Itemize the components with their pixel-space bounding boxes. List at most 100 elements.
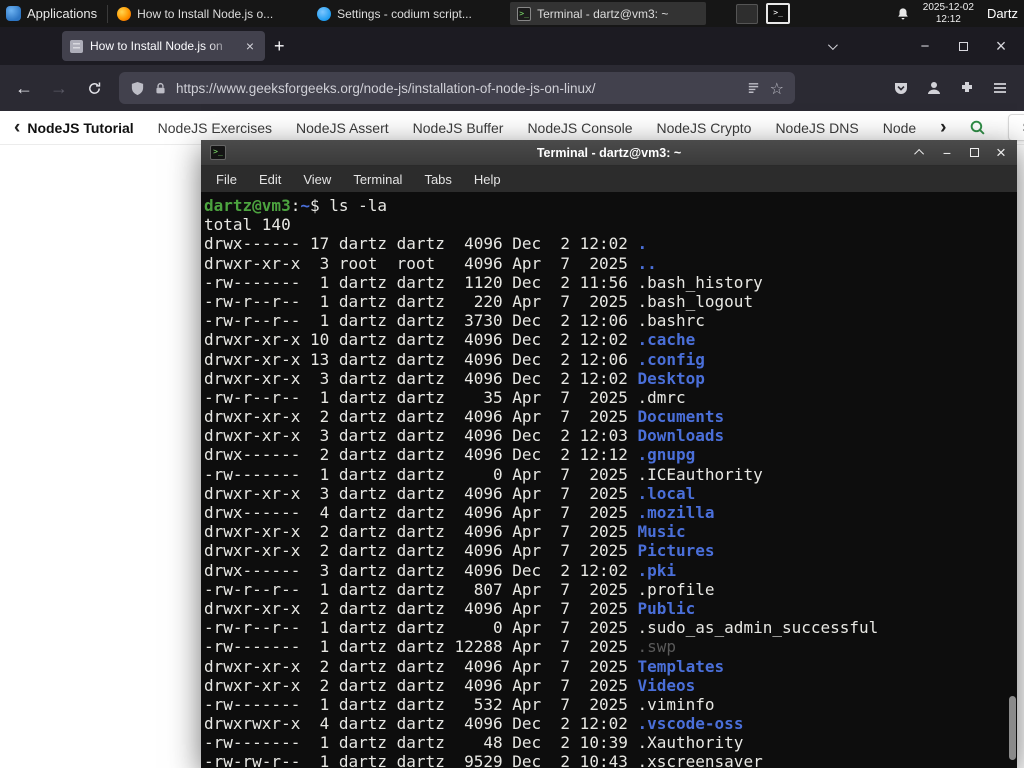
- terminal-line: drwx------ 17 dartz dartz 4096 Dec 2 12:…: [204, 234, 648, 254]
- applications-label: Applications: [27, 6, 98, 21]
- desktop: Applications How to Install Node.js o...…: [0, 0, 1024, 768]
- terminal-line: drwxr-xr-x 2 dartz dartz 4096 Apr 7 2025…: [204, 407, 725, 427]
- terminal-line: -rw-r--r-- 1 dartz dartz 35 Apr 7 2025 .…: [204, 387, 686, 407]
- site-nav-item[interactable]: NodeJS Assert: [296, 120, 389, 136]
- site-nav-item[interactable]: Node: [883, 120, 916, 136]
- terminal-line: -rw-rw-r-- 1 dartz dartz 9529 Dec 2 10:4…: [204, 752, 763, 768]
- notification-bell-icon[interactable]: [896, 7, 910, 21]
- search-icon[interactable]: [969, 119, 986, 136]
- task-title: How to Install Node.js o...: [137, 6, 274, 21]
- pocket-icon[interactable]: [893, 80, 909, 96]
- terminal-app-icon: >_: [210, 145, 226, 160]
- terminal-line: drwxr-xr-x 2 dartz dartz 4096 Apr 7 2025…: [204, 522, 686, 542]
- window-minimize-button[interactable]: −: [917, 38, 933, 54]
- top-panel: Applications How to Install Node.js o...…: [0, 0, 1024, 27]
- clock-date: 2025-12-02: [922, 1, 974, 13]
- terminal-menubar: File Edit View Terminal Tabs Help: [201, 166, 1017, 192]
- terminal-line: drwxr-xr-x 2 dartz dartz 4096 Apr 7 2025…: [204, 541, 715, 561]
- terminal-line: -rw------- 1 dartz dartz 532 Apr 7 2025 …: [204, 694, 715, 714]
- list-tabs-icon[interactable]: [827, 37, 838, 55]
- menu-help[interactable]: Help: [463, 166, 512, 192]
- terminal-scrollbar[interactable]: [1007, 195, 1016, 765]
- site-nav-item[interactable]: NodeJS Exercises: [158, 120, 272, 136]
- lock-icon[interactable]: [154, 82, 167, 95]
- tab-close-icon[interactable]: ×: [243, 38, 257, 54]
- applications-menu[interactable]: Applications: [0, 0, 107, 27]
- task-title: Terminal - dartz@vm3: ~: [537, 6, 669, 21]
- terminal-line: drwxr-xr-x 3 dartz dartz 4096 Dec 2 12:0…: [204, 368, 705, 388]
- panel-right: 2025-12-02 12:12 Dartz: [896, 0, 1024, 27]
- menu-edit[interactable]: Edit: [248, 166, 292, 192]
- terminal-minimize-button[interactable]: −: [940, 145, 954, 161]
- terminal-line: drwxr-xr-x 2 dartz dartz 4096 Apr 7 2025…: [204, 598, 696, 618]
- extensions-icon[interactable]: [959, 80, 975, 96]
- terminal-line: drwxr-xr-x 13 dartz dartz 4096 Dec 2 12:…: [204, 349, 705, 369]
- task-title: Settings - codium script...: [337, 6, 472, 21]
- panel-left: Applications How to Install Node.js o...…: [0, 0, 791, 27]
- tray-terminal-icon[interactable]: >_: [766, 3, 791, 24]
- page-favicon-icon: [70, 39, 83, 53]
- terminal-line: -rw------- 1 dartz dartz 1120 Dec 2 11:5…: [204, 272, 763, 292]
- terminal-title: Terminal - dartz@vm3: ~: [536, 145, 682, 160]
- terminal-line: drwxr-xr-x 3 dartz dartz 4096 Dec 2 12:0…: [204, 426, 725, 446]
- terminal-close-button[interactable]: ×: [994, 143, 1008, 162]
- terminal-line: -rw-r--r-- 1 dartz dartz 0 Apr 7 2025 .s…: [204, 618, 879, 638]
- terminal-shade-button[interactable]: [913, 146, 927, 160]
- terminal-line: dartz@vm3:~$ ls -la: [204, 196, 388, 215]
- forward-button: →: [50, 77, 68, 98]
- terminal-line: -rw------- 1 dartz dartz 0 Apr 7 2025 .I…: [204, 464, 763, 484]
- taskbar-item-browser[interactable]: How to Install Node.js o...: [110, 2, 306, 25]
- terminal-line: drwxr-xr-x 2 dartz dartz 4096 Apr 7 2025…: [204, 656, 725, 676]
- terminal-line: -rw------- 1 dartz dartz 48 Dec 2 10:39 …: [204, 733, 744, 753]
- terminal-window-buttons: − ×: [913, 143, 1008, 162]
- site-nav-active[interactable]: ‹ NodeJS Tutorial: [14, 118, 134, 137]
- codium-icon: [317, 6, 332, 21]
- tracking-shield-icon[interactable]: [130, 81, 145, 96]
- terminal-line: drwxr-xr-x 2 dartz dartz 4096 Apr 7 2025…: [204, 675, 696, 695]
- menu-tabs[interactable]: Tabs: [413, 166, 462, 192]
- site-nav-item[interactable]: NodeJS DNS: [775, 120, 858, 136]
- tray-window-icon[interactable]: [736, 3, 759, 24]
- url-bar[interactable]: https://www.geeksforgeeks.org/node-js/in…: [119, 72, 795, 104]
- terminal-line: drwxrwxr-x 4 dartz dartz 4096 Dec 2 12:0…: [204, 714, 744, 734]
- back-button[interactable]: ←: [8, 73, 40, 103]
- terminal-line: -rw-r--r-- 1 dartz dartz 807 Apr 7 2025 …: [204, 579, 715, 599]
- account-icon[interactable]: [926, 80, 942, 96]
- window-maximize-button[interactable]: [955, 38, 971, 54]
- reader-mode-icon[interactable]: [746, 81, 761, 96]
- menu-file[interactable]: File: [205, 166, 248, 192]
- site-nav-item[interactable]: NodeJS Console: [527, 120, 632, 136]
- terminal-line: -rw-r--r-- 1 dartz dartz 3730 Dec 2 12:0…: [204, 311, 705, 331]
- firefox-icon: [117, 6, 132, 21]
- site-nav-item[interactable]: NodeJS Crypto: [657, 120, 752, 136]
- window-close-button[interactable]: ×: [993, 37, 1009, 55]
- reload-button[interactable]: [78, 73, 110, 103]
- terminal-line: drwxr-xr-x 10 dartz dartz 4096 Dec 2 12:…: [204, 330, 696, 350]
- terminal-output[interactable]: dartz@vm3:~$ ls -la total 140 drwx------ 1…: [201, 192, 1017, 768]
- toolbar-icons: [893, 80, 1016, 96]
- menu-icon[interactable]: [992, 80, 1008, 96]
- new-tab-button[interactable]: +: [265, 34, 294, 59]
- terminal-line: drwx------ 2 dartz dartz 4096 Dec 2 12:1…: [204, 445, 696, 465]
- menu-terminal[interactable]: Terminal: [342, 166, 413, 192]
- browser-tab[interactable]: How to Install Node.js on ×: [62, 31, 265, 61]
- menu-view[interactable]: View: [292, 166, 342, 192]
- site-nav-item[interactable]: NodeJS Buffer: [413, 120, 504, 136]
- bookmark-star-icon[interactable]: ☆: [770, 79, 784, 98]
- terminal-line: drwxr-xr-x 3 dartz dartz 4096 Apr 7 2025…: [204, 483, 696, 503]
- terminal-line: drwxr-xr-x 3 root root 4096 Apr 7 2025 .…: [204, 253, 657, 273]
- site-nav-active-label: NodeJS Tutorial: [27, 119, 134, 136]
- navigation-toolbar: ← → https://www.geeksforgeeks.org/node-j…: [0, 65, 1024, 111]
- taskbar-item-terminal[interactable]: >_ Terminal - dartz@vm3: ~: [510, 2, 707, 25]
- chevron-left-icon[interactable]: ‹: [14, 118, 20, 137]
- terminal-scrollbar-thumb[interactable]: [1009, 696, 1016, 760]
- terminal-line: total 140: [204, 215, 291, 235]
- taskbar-item-codium[interactable]: Settings - codium script...: [310, 2, 506, 25]
- terminal-line: -rw------- 1 dartz dartz 12288 Apr 7 202…: [204, 637, 677, 657]
- terminal-titlebar[interactable]: >_ Terminal - dartz@vm3: ~ − ×: [201, 140, 1017, 166]
- chevron-right-icon[interactable]: ›: [940, 118, 946, 137]
- sign-in-button[interactable]: Sign In: [1007, 114, 1024, 141]
- terminal-icon: >_: [517, 6, 532, 21]
- panel-clock[interactable]: 2025-12-02 12:12: [923, 2, 974, 26]
- terminal-maximize-button[interactable]: [967, 146, 981, 160]
